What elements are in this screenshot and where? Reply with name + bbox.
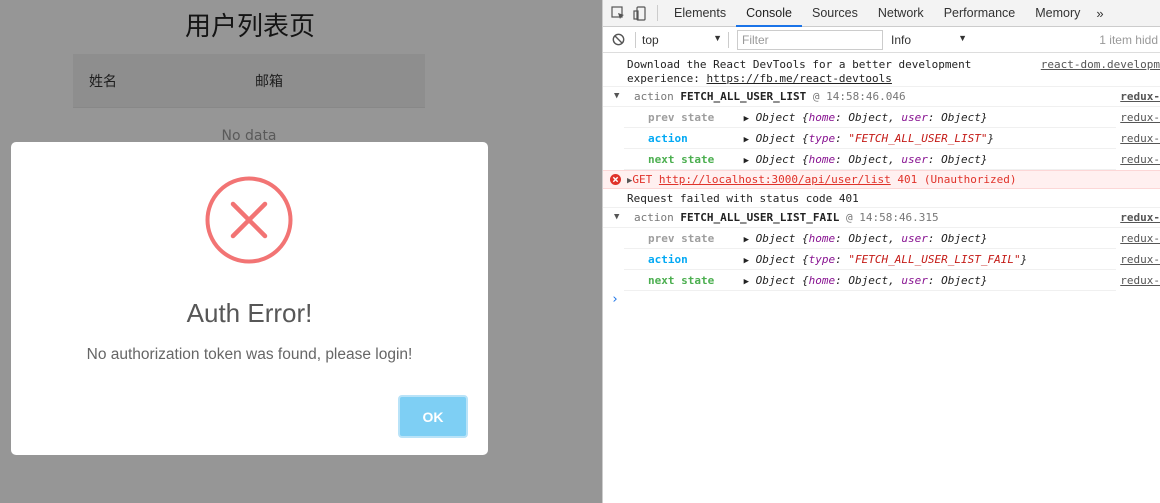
log-action: action ▶ Object {type: "FETCH_ALL_USER_L… [624,128,1160,149]
expand-triangle-icon[interactable]: ▶ [744,135,749,145]
log-level-select[interactable]: Info ▼ [891,33,967,47]
log-react-devtools: Download the React DevTools for a better… [603,53,1160,87]
log-source-link[interactable]: redux- [1116,149,1160,170]
react-devtools-link[interactable]: https://fb.me/react-devtools [706,72,891,85]
modal-title: Auth Error! [186,298,313,328]
expanded-arrow-icon[interactable]: ▼ [614,208,619,227]
log-source-link[interactable]: redux- [1116,208,1160,227]
ok-button[interactable]: OK [398,395,468,438]
context-select[interactable]: top ▼ [642,33,728,47]
console-output: Download the React DevTools for a better… [603,53,1160,311]
log-network-error: ▶GET http://localhost:3000/api/user/list… [603,170,1160,189]
error-status: 401 (Unauthorized) [897,173,1017,186]
error-x-icon [205,176,293,264]
action-name: FETCH_ALL_USER_LIST_FAIL [680,211,840,224]
log-source-link[interactable]: react-dom.developm [1036,58,1160,72]
clear-console-icon[interactable] [612,33,625,46]
tab-network[interactable]: Network [868,0,934,27]
expand-triangle-icon[interactable]: ▶ [744,114,749,124]
log-prev-state: prev state ▶ Object {home: Object, user:… [624,107,1160,128]
log-next-state: next state ▶ Object {home: Object, user:… [624,149,1160,170]
log-text: experience: https://fb.me/react-devtools [627,72,892,85]
filter-input[interactable]: Filter [737,29,883,50]
error-url-link[interactable]: http://localhost:3000/api/user/list [659,173,891,186]
console-filterbar: top ▼ Filter Info ▼ 1 item hidd [603,27,1160,53]
expand-triangle-icon[interactable]: ▶ [744,256,749,266]
auth-error-modal: Auth Error! No authorization token was f… [11,142,488,455]
log-source-link[interactable]: redux- [1116,107,1160,128]
log-timestamp: 14:58:46.315 [859,211,939,224]
filterbar-divider [635,31,636,48]
log-source-link[interactable]: redux- [1116,87,1160,106]
app-pane: 用户列表页 姓名 邮箱 No data Auth Error! No autho… [0,0,602,503]
log-action: action ▶ Object {type: "FETCH_ALL_USER_L… [624,249,1160,270]
log-group-header[interactable]: ▼ action FETCH_ALL_USER_LIST_FAIL @ 14:5… [603,208,1160,228]
log-group-header[interactable]: ▼ action FETCH_ALL_USER_LIST @ 14:58:46.… [603,87,1160,107]
chevron-down-icon: ▼ [958,32,967,43]
log-prev-state: prev state ▶ Object {home: Object, user:… [624,228,1160,249]
modal-message: No authorization token was found, please… [86,346,413,363]
chevron-down-icon: ▼ [713,32,722,43]
error-icon [610,174,621,185]
tab-console[interactable]: Console [736,0,802,27]
log-source-link[interactable]: redux- [1116,270,1160,291]
tab-performance[interactable]: Performance [934,0,1026,27]
log-level-value: Info [891,32,912,47]
devtools-tabbar: Elements Console Sources Network Perform… [603,0,1160,27]
log-request-failed: Request failed with status code 401 [603,189,1160,208]
expand-triangle-icon[interactable]: ▶ [744,156,749,166]
log-source-link[interactable]: redux- [1116,249,1160,270]
log-source-link[interactable]: redux- [1116,228,1160,249]
prompt-chevron-icon: › [611,292,619,307]
tab-memory[interactable]: Memory [1025,0,1090,27]
filterbar-divider [728,31,729,48]
expanded-arrow-icon[interactable]: ▼ [614,87,619,106]
expand-triangle-icon[interactable]: ▶ [744,277,749,287]
context-value: top [642,32,659,47]
inspect-element-icon[interactable] [607,0,629,27]
device-toolbar-icon[interactable] [629,0,651,27]
toolbar-divider [657,5,658,21]
log-timestamp: 14:58:46.046 [826,90,906,103]
log-next-state: next state ▶ Object {home: Object, user:… [624,270,1160,291]
console-prompt[interactable]: › [603,291,1160,311]
log-source-link[interactable]: redux- [1116,128,1160,149]
expand-triangle-icon[interactable]: ▶ [744,235,749,245]
more-tabs-icon[interactable]: » [1090,6,1109,21]
tab-elements[interactable]: Elements [664,0,736,27]
hidden-items-count: 1 item hidd [1099,32,1158,47]
tab-sources[interactable]: Sources [802,0,868,27]
action-name: FETCH_ALL_USER_LIST [680,90,807,103]
devtools-panel: Elements Console Sources Network Perform… [602,0,1160,503]
